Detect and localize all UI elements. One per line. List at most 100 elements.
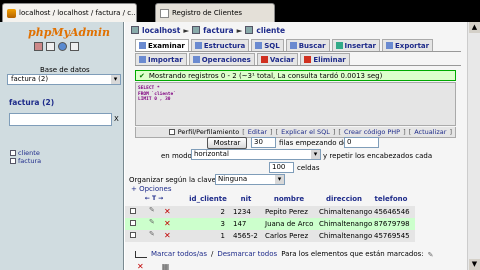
display-mode-select[interactable]: horizontal [191, 149, 321, 160]
browser-tab-registro[interactable]: Registro de Clientes [155, 3, 275, 22]
arrow-icon [135, 250, 147, 258]
column-header-nit[interactable]: nit [233, 195, 259, 203]
sql-icon [255, 42, 263, 49]
tab-label: Vaciar [269, 55, 295, 64]
row-checkbox[interactable] [130, 208, 136, 216]
left-navigation-frame: phpMyAdmin Base de datos factura (2) fac… [0, 22, 124, 270]
edit-icon[interactable] [149, 206, 156, 215]
create-php-link[interactable]: Crear código PHP [344, 128, 400, 136]
browser-tab-phpmyadmin[interactable]: localhost / localhost / factura / c... ✕ [2, 3, 137, 22]
tab-operaciones[interactable]: Operaciones [188, 53, 255, 65]
edit-marked-icon[interactable] [428, 251, 435, 260]
table-row[interactable]: ✕ 1 4565-2 Carlos Perez Chimaltenango 45… [125, 230, 415, 242]
scroll-down-icon[interactable]: ▼ [469, 259, 480, 270]
tab-examinar[interactable]: Examinar [135, 39, 189, 51]
table-filter-input[interactable] [9, 113, 112, 126]
column-header-telefono[interactable]: telefono [371, 195, 411, 203]
table-name: factura [18, 157, 42, 165]
cell-telefono: 45769545 [374, 232, 410, 240]
breadcrumb-table[interactable]: cliente [256, 26, 285, 35]
refresh-link[interactable]: Actualizar [414, 128, 446, 136]
breadcrumb-database[interactable]: factura [203, 26, 233, 35]
profiling-checkbox[interactable] [168, 129, 175, 135]
tab-insertar[interactable]: Insertar [331, 39, 381, 51]
mark-all-link[interactable]: Marcar todos/as [151, 250, 207, 258]
sort-arrows[interactable]: ← T → [139, 195, 169, 202]
edit-icon[interactable] [149, 218, 156, 227]
clear-filter-icon[interactable]: X [114, 115, 119, 123]
tab-label: Operaciones [201, 55, 251, 64]
main-content-frame: localhost ► factura ► cliente Examinar E… [125, 22, 467, 270]
delete-marked-icon[interactable]: ✕ [137, 262, 144, 270]
page-favicon-icon [160, 8, 169, 18]
column-header-id-cliente[interactable]: id_cliente [185, 195, 231, 203]
tab-row-2: Importar Operaciones Vaciar Eliminar [135, 53, 350, 65]
explain-sql-link[interactable]: Explicar el SQL [281, 128, 330, 136]
tab-label: Examinar [148, 41, 185, 50]
vertical-scrollbar[interactable]: ▲ ▼ [467, 22, 480, 270]
column-header-direccion[interactable]: direccion [319, 195, 369, 203]
documentation-icon[interactable] [70, 42, 79, 51]
start-row-input[interactable]: 0 [344, 137, 379, 148]
for-marked-label: Para los elementos que están marcados: [281, 250, 424, 258]
tab-buscar[interactable]: Buscar [285, 39, 330, 51]
table-icon [245, 26, 254, 34]
rows-count-input[interactable]: 30 [251, 137, 276, 148]
tab-label: Buscar [298, 41, 326, 50]
table-list: cliente factura [10, 149, 41, 165]
table-list-item[interactable]: factura [10, 157, 41, 165]
table-icon [10, 158, 16, 164]
unmark-all-link[interactable]: Desmarcar todos [217, 250, 277, 258]
tab-divider [135, 65, 461, 66]
table-row[interactable]: ✕ 3 147 Juana de Arco Chimaltenango 8767… [125, 218, 415, 230]
profiling-label: Perfil/Perfilamiento [177, 128, 240, 136]
delete-icon[interactable]: ✕ [164, 231, 171, 240]
home-icon[interactable] [34, 42, 43, 51]
delete-icon[interactable]: ✕ [164, 219, 171, 228]
tab-vaciar[interactable]: Vaciar [256, 53, 299, 65]
edit-icon[interactable] [149, 230, 156, 239]
tab-exportar[interactable]: Exportar [382, 39, 434, 51]
repeat-headers-input[interactable]: 100 [269, 162, 294, 173]
help-icon[interactable] [58, 42, 67, 51]
mark-all-bar: Marcar todos/as / Desmarcar todos Para l… [135, 250, 435, 260]
show-button[interactable]: Mostrar [207, 137, 247, 149]
export-marked-icon[interactable]: ▦ [162, 262, 170, 270]
scroll-up-icon[interactable]: ▲ [469, 22, 480, 33]
breadcrumb-server[interactable]: localhost [142, 26, 180, 35]
cells-label: celdas [297, 164, 320, 172]
tab-row-1: Examinar Estructura SQL Buscar Insertar … [135, 39, 434, 51]
cell-id-cliente: 1 [220, 232, 225, 240]
database-heading-link[interactable]: factura (2) [9, 98, 54, 107]
search-icon [289, 42, 297, 49]
breadcrumb-separator: ► [183, 25, 190, 35]
row-checkbox[interactable] [130, 232, 136, 240]
table-list-item[interactable]: cliente [10, 149, 41, 157]
cell-nombre: Juana de Arco [265, 220, 314, 228]
query-window-icon[interactable] [46, 42, 55, 51]
database-select[interactable]: factura (2) [7, 74, 121, 85]
tab-estructura[interactable]: Estructura [190, 39, 250, 51]
browser-tab-label: localhost / localhost / factura / c... [19, 9, 137, 17]
cell-direccion: Chimaltenango [319, 220, 373, 228]
browser-tab-label: Registro de Clientes [172, 9, 243, 17]
tab-label: Estructura [203, 41, 246, 50]
server-icon [131, 26, 139, 34]
phpmyadmin-logo[interactable]: phpMyAdmin [28, 26, 110, 39]
tab-eliminar[interactable]: Eliminar [300, 53, 350, 65]
column-header-nombre[interactable]: nombre [265, 195, 313, 203]
sort-key-select[interactable]: Ninguna [215, 174, 285, 185]
import-icon [139, 56, 146, 63]
table-name: cliente [18, 149, 40, 157]
row-checkbox[interactable] [130, 220, 136, 228]
tab-sql[interactable]: SQL [251, 39, 284, 51]
tab-importar[interactable]: Importar [135, 53, 187, 65]
table-row[interactable]: ✕ 2 1234 Pepito Perez Chimaltenango 4564… [125, 206, 415, 218]
options-link[interactable]: + Opciones [131, 185, 172, 193]
cell-telefono: 87679798 [374, 220, 410, 228]
browser-tab-bar: localhost / localhost / factura / c... ✕… [0, 0, 480, 22]
cell-nombre: Pepito Perez [265, 208, 308, 216]
delete-icon[interactable]: ✕ [164, 207, 171, 216]
edit-link[interactable]: Editar [248, 128, 267, 136]
navigation-icons [34, 42, 79, 51]
